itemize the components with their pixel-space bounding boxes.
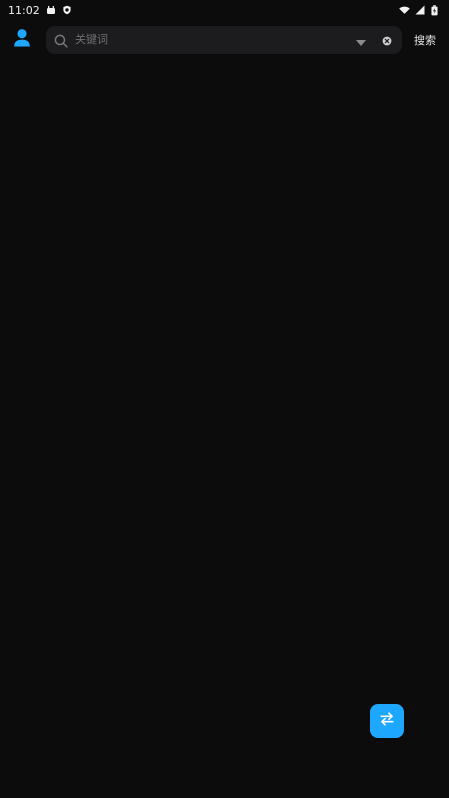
user-avatar-button[interactable] <box>10 28 34 52</box>
battery-icon <box>431 5 441 16</box>
status-right <box>399 5 441 16</box>
search-button[interactable]: 搜索 <box>414 32 436 48</box>
notification-android-icon <box>46 5 56 15</box>
shield-icon <box>62 5 72 15</box>
cell-signal-icon <box>415 5 425 15</box>
search-input[interactable] <box>75 30 348 50</box>
swap-arrows-icon <box>378 710 396 732</box>
status-left: 11:02 <box>8 4 72 17</box>
clear-search-button[interactable] <box>382 35 392 45</box>
top-bar: 搜索 <box>0 20 449 60</box>
wifi-icon <box>399 5 410 15</box>
caret-down-icon <box>356 31 366 50</box>
status-bar: 11:02 <box>0 0 449 20</box>
content-area <box>0 60 449 798</box>
person-icon <box>11 27 33 53</box>
search-bar <box>46 26 402 54</box>
dropdown-arrow-button[interactable] <box>356 37 366 46</box>
close-circle-icon <box>382 31 392 50</box>
search-icon <box>54 33 68 48</box>
status-time: 11:02 <box>8 3 40 17</box>
swap-fab-button[interactable] <box>370 704 404 738</box>
